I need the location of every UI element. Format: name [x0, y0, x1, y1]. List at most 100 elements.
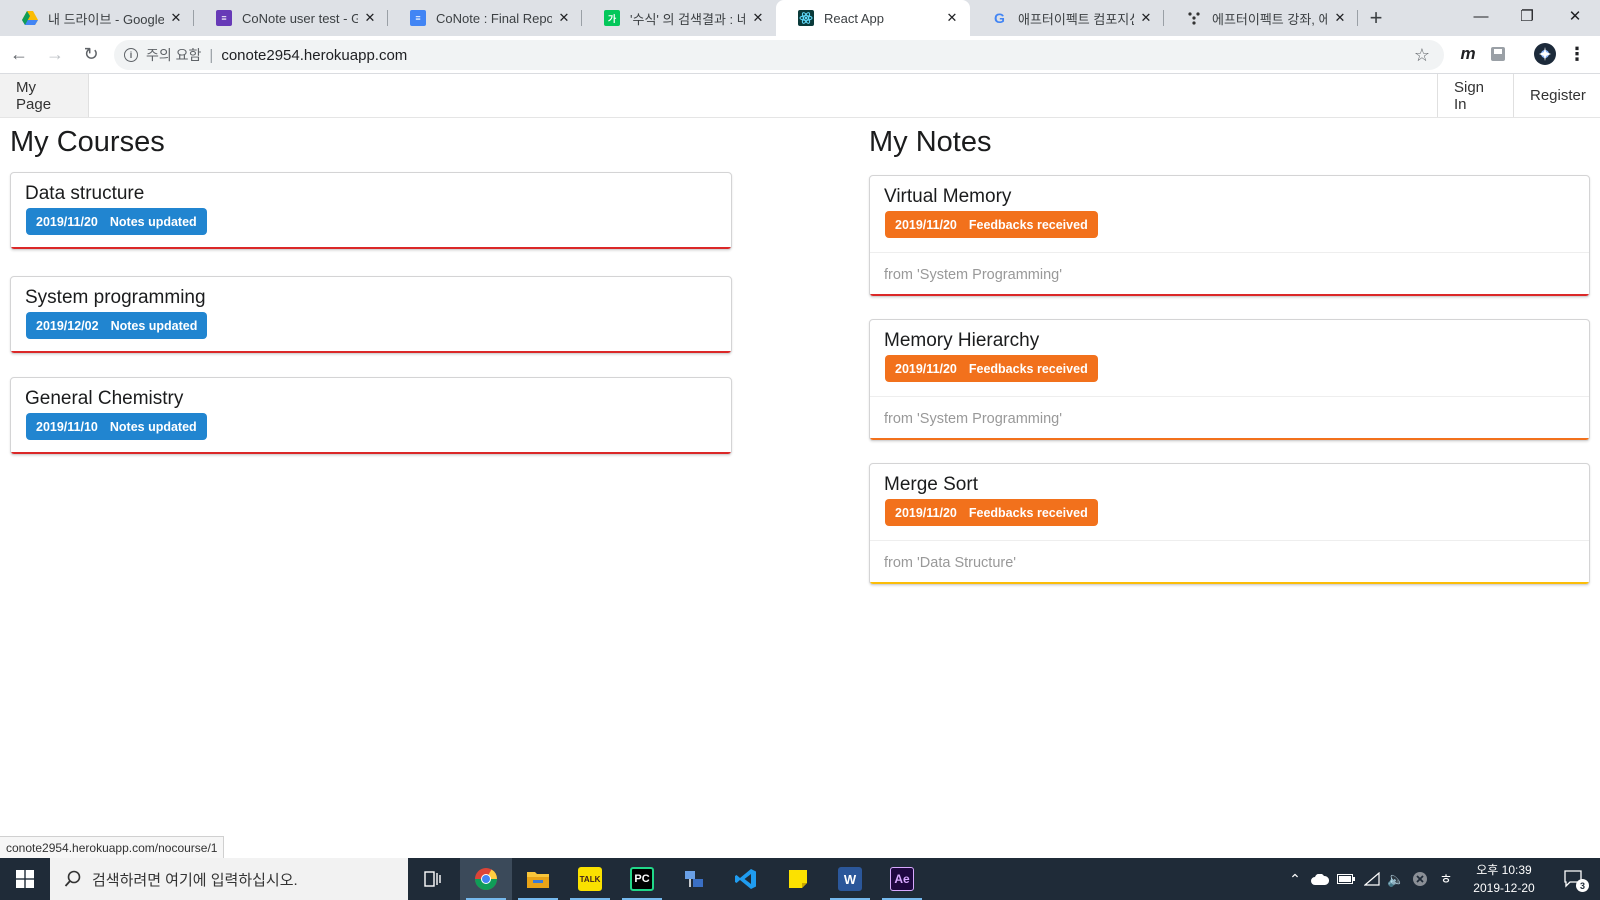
- svg-text:G: G: [994, 10, 1005, 26]
- close-icon[interactable]: ✕: [362, 10, 378, 26]
- network-app-icon[interactable]: [668, 858, 720, 900]
- address-bar[interactable]: i 주의 요함 | conote2954.herokuapp.com ☆: [114, 40, 1444, 70]
- close-icon[interactable]: ✕: [1138, 10, 1154, 26]
- label-status: Feedbacks received: [968, 217, 1088, 232]
- course-status-label: 2019/11/20 Notes updated: [26, 208, 207, 235]
- label-date: 2019/11/20: [895, 217, 957, 232]
- note-source: from 'System Programming': [870, 396, 1589, 440]
- sticky-notes-icon[interactable]: [772, 858, 824, 900]
- menu-kebab-icon[interactable]: ⋮: [1562, 36, 1592, 72]
- back-icon[interactable]: ←: [2, 38, 36, 72]
- close-icon[interactable]: ✕: [1332, 10, 1348, 26]
- close-icon[interactable]: ✕: [168, 10, 184, 26]
- vscode-icon[interactable]: [720, 858, 772, 900]
- taskbar-search-input[interactable]: 검색하려면 여기에 입력하십시오.: [50, 858, 408, 900]
- no-connection-icon[interactable]: [1408, 858, 1432, 900]
- word-icon[interactable]: W: [824, 858, 876, 900]
- course-card[interactable]: Data structure 2019/11/20 Notes updated: [10, 172, 732, 250]
- wifi-icon[interactable]: [1360, 858, 1384, 900]
- tab-title: 에프터이펙트 강좌, 에: [1212, 11, 1328, 27]
- kakaotalk-label: TALK: [578, 867, 602, 891]
- ime-mode-icon[interactable]: ㅎ: [1434, 858, 1458, 900]
- tab-title: 애프터이펙트 컴포지션: [1018, 11, 1134, 27]
- close-window-icon[interactable]: ✕: [1552, 0, 1598, 32]
- note-source: from 'System Programming': [870, 252, 1589, 296]
- clock-time: 오후 10:39: [1476, 863, 1532, 877]
- note-name: Merge Sort: [884, 474, 978, 495]
- tab-title: React App: [824, 10, 884, 26]
- course-name: General Chemistry: [25, 388, 184, 409]
- courses-heading: My Courses: [10, 126, 165, 158]
- pycharm-icon[interactable]: PC: [616, 858, 668, 900]
- nav-sign-in[interactable]: Sign In: [1437, 74, 1513, 117]
- label-date: 2019/11/20: [895, 361, 957, 376]
- browser-tab[interactable]: ≡ CoNote : Final Report ✕: [388, 0, 582, 36]
- battery-icon[interactable]: [1334, 858, 1358, 900]
- course-card[interactable]: General Chemistry 2019/11/10 Notes updat…: [10, 377, 732, 455]
- google-docs-icon: ≡: [410, 10, 426, 26]
- after-effects-label: Ae: [890, 867, 914, 891]
- google-icon: G: [992, 10, 1008, 26]
- browser-tab-strip: 내 드라이브 - Google ✕ ≡ CoNote user test - G…: [0, 0, 1600, 36]
- volume-icon[interactable]: 🔈: [1384, 858, 1408, 900]
- browser-tab[interactable]: G 애프터이펙트 컴포지션 ✕: [970, 0, 1164, 36]
- search-placeholder: 검색하려면 여기에 입력하십시오.: [92, 871, 298, 889]
- browser-tab[interactable]: 에프터이펙트 강좌, 에 ✕: [1164, 0, 1358, 36]
- notification-center-icon[interactable]: 3: [1556, 858, 1592, 900]
- tab-title: CoNote user test - Go: [242, 10, 358, 26]
- course-card[interactable]: System programming 2019/12/02 Notes upda…: [10, 276, 732, 354]
- reload-icon[interactable]: ↻: [74, 38, 108, 72]
- chevron-up-icon[interactable]: ⌃: [1284, 858, 1306, 900]
- link-status-bubble: conote2954.herokuapp.com/nocourse/1: [0, 836, 225, 858]
- security-warning[interactable]: 주의 요함: [146, 45, 201, 65]
- close-icon[interactable]: ✕: [556, 10, 572, 26]
- label-status: Notes updated: [109, 419, 197, 434]
- note-card[interactable]: Virtual Memory 2019/11/20 Feedbacks rece…: [869, 175, 1590, 297]
- task-view-icon[interactable]: [408, 858, 460, 900]
- label-status: Feedbacks received: [968, 505, 1088, 520]
- label-date: 2019/11/20: [895, 505, 957, 520]
- search-icon: [64, 870, 81, 887]
- notification-count-badge: 3: [1576, 879, 1589, 892]
- label-status: Notes updated: [109, 214, 197, 229]
- browser-tab-active[interactable]: React App ✕: [776, 0, 970, 36]
- file-explorer-icon[interactable]: [512, 858, 564, 900]
- browser-tab[interactable]: 내 드라이브 - Google ✕: [0, 0, 194, 36]
- extension-save-icon[interactable]: [1484, 36, 1512, 72]
- info-icon[interactable]: i: [124, 48, 138, 62]
- note-card[interactable]: Merge Sort 2019/11/20 Feedbacks received…: [869, 463, 1590, 585]
- url-text[interactable]: conote2954.herokuapp.com: [221, 47, 407, 64]
- nav-register[interactable]: Register: [1513, 74, 1600, 117]
- note-card[interactable]: Memory Hierarchy 2019/11/20 Feedbacks re…: [869, 319, 1590, 441]
- extension-m-icon[interactable]: m: [1454, 36, 1482, 72]
- course-name: System programming: [25, 287, 206, 308]
- divider: |: [209, 46, 214, 64]
- after-effects-icon[interactable]: Ae: [876, 858, 928, 900]
- close-icon[interactable]: ✕: [944, 10, 960, 26]
- profile-avatar[interactable]: [1530, 36, 1560, 72]
- browser-toolbar: ← → ↻ i 주의 요함 | conote2954.herokuapp.com…: [0, 36, 1600, 74]
- react-icon: [798, 10, 814, 26]
- taskbar-clock[interactable]: 오후 10:39 2019-12-20: [1460, 861, 1548, 897]
- browser-tab[interactable]: ≡ CoNote user test - Go ✕: [194, 0, 388, 36]
- label-date: 2019/11/20: [36, 214, 98, 229]
- new-tab-button[interactable]: +: [1358, 0, 1394, 36]
- windows-start-icon[interactable]: [0, 858, 50, 900]
- restore-icon[interactable]: ❐: [1504, 0, 1550, 32]
- browser-tab[interactable]: 가 '수식' 의 검색결과 : 네 ✕: [582, 0, 776, 36]
- course-status-label: 2019/11/10 Notes updated: [26, 413, 207, 440]
- tab-title: 내 드라이브 - Google: [48, 11, 164, 27]
- chrome-icon[interactable]: [460, 858, 512, 900]
- web-icon: [1186, 10, 1202, 26]
- nav-my-page[interactable]: My Page: [0, 74, 89, 117]
- clock-date: 2019-12-20: [1473, 881, 1535, 895]
- bookmark-star-icon[interactable]: ☆: [1414, 45, 1430, 66]
- forward-icon[interactable]: →: [38, 38, 72, 72]
- word-label: W: [838, 867, 862, 891]
- close-icon[interactable]: ✕: [750, 10, 766, 26]
- minimize-icon[interactable]: —: [1458, 0, 1504, 32]
- onedrive-icon[interactable]: [1308, 858, 1332, 900]
- note-name: Memory Hierarchy: [884, 330, 1040, 351]
- kakaotalk-icon[interactable]: TALK: [564, 858, 616, 900]
- pycharm-label: PC: [630, 867, 654, 891]
